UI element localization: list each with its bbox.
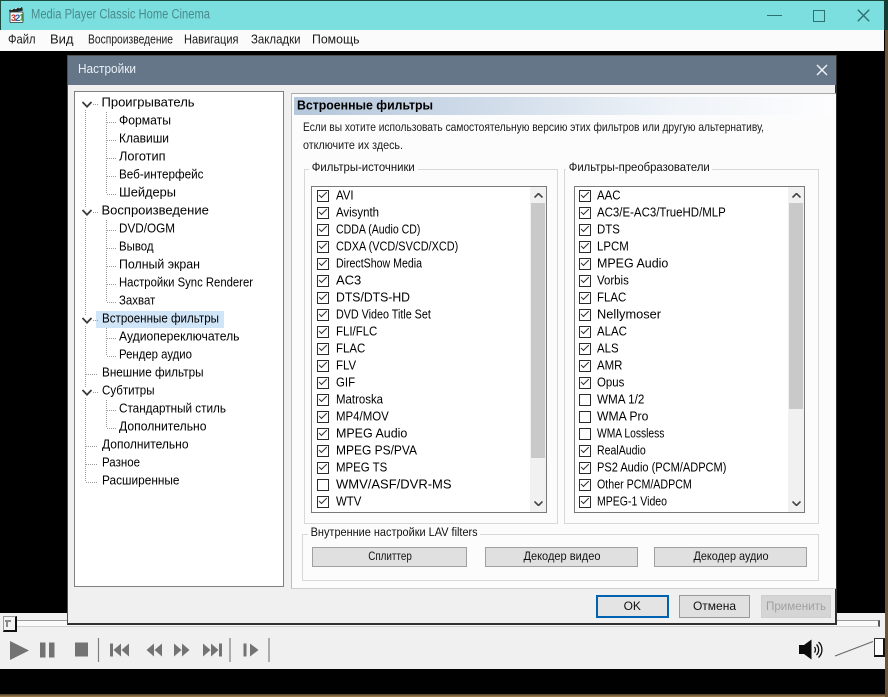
svg-text:1: 1 [19, 13, 24, 23]
